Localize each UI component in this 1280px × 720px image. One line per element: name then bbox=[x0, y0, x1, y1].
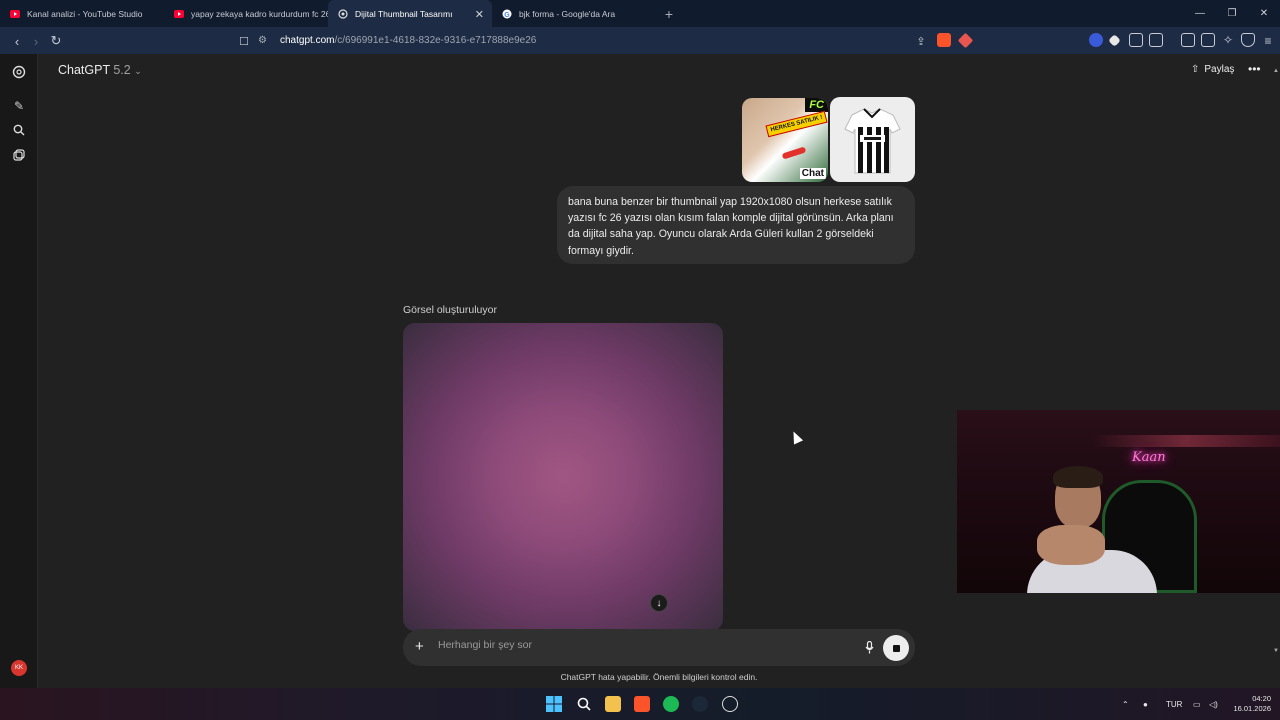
back-icon[interactable]: ‹ bbox=[8, 32, 26, 50]
share-button[interactable]: ⇧ Paylaş bbox=[1191, 64, 1234, 75]
image-generation-placeholder bbox=[403, 323, 723, 631]
webcam-overlay: Kaan bbox=[957, 410, 1280, 593]
forward-icon[interactable]: › bbox=[27, 32, 45, 50]
mouse-cursor-icon bbox=[788, 429, 804, 445]
attached-thumbnail-image[interactable]: FC HERKES SATILIK ! Chat bbox=[742, 98, 828, 182]
google-icon: G bbox=[502, 9, 512, 19]
chatgpt-icon bbox=[338, 8, 348, 19]
file-explorer-icon[interactable] bbox=[605, 696, 621, 712]
scroll-down-icon[interactable]: ▼ bbox=[1273, 648, 1279, 654]
menu-icon[interactable]: ≡ bbox=[1259, 32, 1277, 50]
bookmark-icon[interactable]: ☐ bbox=[235, 32, 253, 50]
share-label: Paylaş bbox=[1204, 64, 1235, 75]
streamer bbox=[1027, 466, 1157, 593]
windows-start-icon[interactable] bbox=[546, 696, 562, 712]
windows-taskbar: ⌃ ● TUR ▭ ◁) 04:20 16.01.2026 bbox=[0, 688, 1280, 720]
app-icon[interactable] bbox=[722, 696, 738, 712]
model-selector[interactable]: ChatGPT 5.2 ⌄ bbox=[58, 63, 142, 77]
youtube-icon bbox=[10, 9, 20, 19]
tab-title: yapay zekaya kadro kurdurdum fc 26 bbox=[191, 8, 328, 19]
tab-title: Kanal analizi - YouTube Studio bbox=[27, 8, 143, 19]
image-generating-label: Görsel oluşturuluyor bbox=[403, 304, 497, 316]
more-options-icon[interactable]: ••• bbox=[1248, 62, 1261, 76]
tab-title: Dijital Thumbnail Tasarımı bbox=[355, 8, 453, 19]
tab-chatgpt[interactable]: Dijital Thumbnail Tasarımı ✕ bbox=[328, 0, 492, 27]
sidebar-toggle-icon[interactable] bbox=[1181, 33, 1195, 47]
extensions-puzzle-icon[interactable] bbox=[1129, 33, 1143, 47]
new-tab-button[interactable]: + bbox=[656, 0, 682, 27]
arrow-down-icon: ↓ bbox=[656, 597, 662, 609]
input-language[interactable]: TUR bbox=[1166, 688, 1182, 720]
site-settings-icon[interactable]: ⚙ bbox=[258, 35, 272, 46]
model-version: 5.2 bbox=[113, 63, 131, 77]
window-controls: — ❐ ✕ bbox=[1184, 0, 1280, 27]
browser-toolbar: ‹ › ↻ ☐ ⚙ chatgpt.com/c/696991e1-4618-83… bbox=[0, 27, 1280, 54]
close-window-icon[interactable]: ✕ bbox=[1248, 0, 1280, 27]
scroll-down-button[interactable]: ↓ bbox=[650, 594, 668, 612]
brave-shields-icon[interactable] bbox=[937, 33, 951, 47]
extension-icon[interactable] bbox=[1108, 34, 1121, 47]
thumbnail-arrow bbox=[781, 146, 807, 160]
led-light bbox=[1092, 435, 1280, 447]
system-clock[interactable]: 04:20 16.01.2026 bbox=[1229, 694, 1271, 714]
address-bar[interactable]: ⚙ chatgpt.com/c/696991e1-4618-832e-9316-… bbox=[258, 30, 984, 51]
user-message-bubble: bana buna benzer bir thumbnail yap 1920x… bbox=[557, 186, 915, 264]
chatgpt-sidebar: ✎ KK bbox=[0, 54, 38, 688]
share-page-icon[interactable]: ⇪ bbox=[912, 32, 930, 50]
volume-icon[interactable]: ◁) bbox=[1209, 688, 1218, 720]
clock-time: 04:20 bbox=[1252, 694, 1271, 703]
search-icon[interactable] bbox=[576, 696, 592, 712]
extension-icon[interactable] bbox=[1089, 33, 1103, 47]
media-icon[interactable] bbox=[1149, 33, 1163, 47]
chevron-down-icon: ⌄ bbox=[134, 66, 142, 76]
tab-youtube-studio[interactable]: Kanal analizi - YouTube Studio bbox=[0, 0, 164, 27]
spotify-icon[interactable] bbox=[663, 696, 679, 712]
svg-text:G: G bbox=[504, 12, 510, 19]
microphone-tray-icon[interactable]: ● bbox=[1143, 688, 1148, 720]
microphone-icon[interactable] bbox=[862, 639, 876, 655]
page-scrollbar[interactable]: ▲ ▼ bbox=[1273, 54, 1280, 688]
clock-date: 16.01.2026 bbox=[1233, 704, 1271, 713]
thumbnail-chat-text: Chat bbox=[799, 168, 826, 179]
prompt-input[interactable] bbox=[438, 639, 838, 651]
add-attachment-button[interactable]: + bbox=[415, 638, 424, 655]
vpn-icon[interactable] bbox=[1241, 33, 1255, 47]
stop-generating-button[interactable] bbox=[883, 635, 909, 661]
scroll-up-icon[interactable]: ▲ bbox=[1273, 68, 1279, 74]
chatgpt-logo-icon[interactable] bbox=[12, 65, 26, 79]
minimize-icon[interactable]: — bbox=[1184, 0, 1216, 27]
network-icon[interactable]: ▭ bbox=[1193, 688, 1201, 720]
new-chat-icon[interactable]: ✎ bbox=[12, 99, 26, 113]
leo-ai-icon[interactable]: ✧ bbox=[1221, 33, 1235, 47]
library-icon[interactable] bbox=[12, 148, 26, 162]
steam-icon[interactable] bbox=[692, 696, 708, 712]
wallet-icon[interactable] bbox=[1201, 33, 1215, 47]
message-composer: + bbox=[403, 629, 915, 666]
search-icon[interactable] bbox=[12, 123, 26, 137]
attached-jersey-image[interactable] bbox=[830, 97, 915, 182]
maximize-icon[interactable]: ❐ bbox=[1216, 0, 1248, 27]
tab-youtube-video[interactable]: yapay zekaya kadro kurdurdum fc 26 bbox=[164, 0, 328, 27]
disclaimer-text: ChatGPT hata yapabilir. Önemli bilgileri… bbox=[560, 672, 758, 682]
user-message-text: bana buna benzer bir thumbnail yap 1920x… bbox=[568, 196, 894, 257]
share-icon: ⇧ bbox=[1191, 64, 1200, 75]
youtube-icon bbox=[174, 9, 184, 19]
close-icon[interactable]: ✕ bbox=[475, 8, 484, 21]
model-name: ChatGPT bbox=[58, 63, 110, 77]
brave-browser-icon[interactable] bbox=[634, 696, 650, 712]
stop-icon bbox=[892, 644, 900, 652]
hands bbox=[1037, 525, 1105, 565]
url-host: chatgpt.com bbox=[280, 35, 335, 46]
tray-overflow-icon[interactable]: ⌃ bbox=[1122, 688, 1129, 720]
hair bbox=[1053, 466, 1103, 488]
browser-tab-bar: Kanal analizi - YouTube Studio yapay zek… bbox=[0, 0, 1280, 27]
tab-google[interactable]: G bjk forma - Google'da Ara bbox=[492, 0, 656, 27]
tab-title: bjk forma - Google'da Ara bbox=[519, 8, 616, 19]
thumbnail-satilik-badge: HERKES SATILIK ! bbox=[765, 110, 828, 138]
url-path: /c/696991e1-4618-832e-9316-e717888e9e26 bbox=[334, 35, 537, 46]
reload-icon[interactable]: ↻ bbox=[47, 32, 65, 50]
jersey-icon bbox=[844, 108, 901, 174]
neon-sign: Kaan bbox=[1132, 450, 1166, 465]
